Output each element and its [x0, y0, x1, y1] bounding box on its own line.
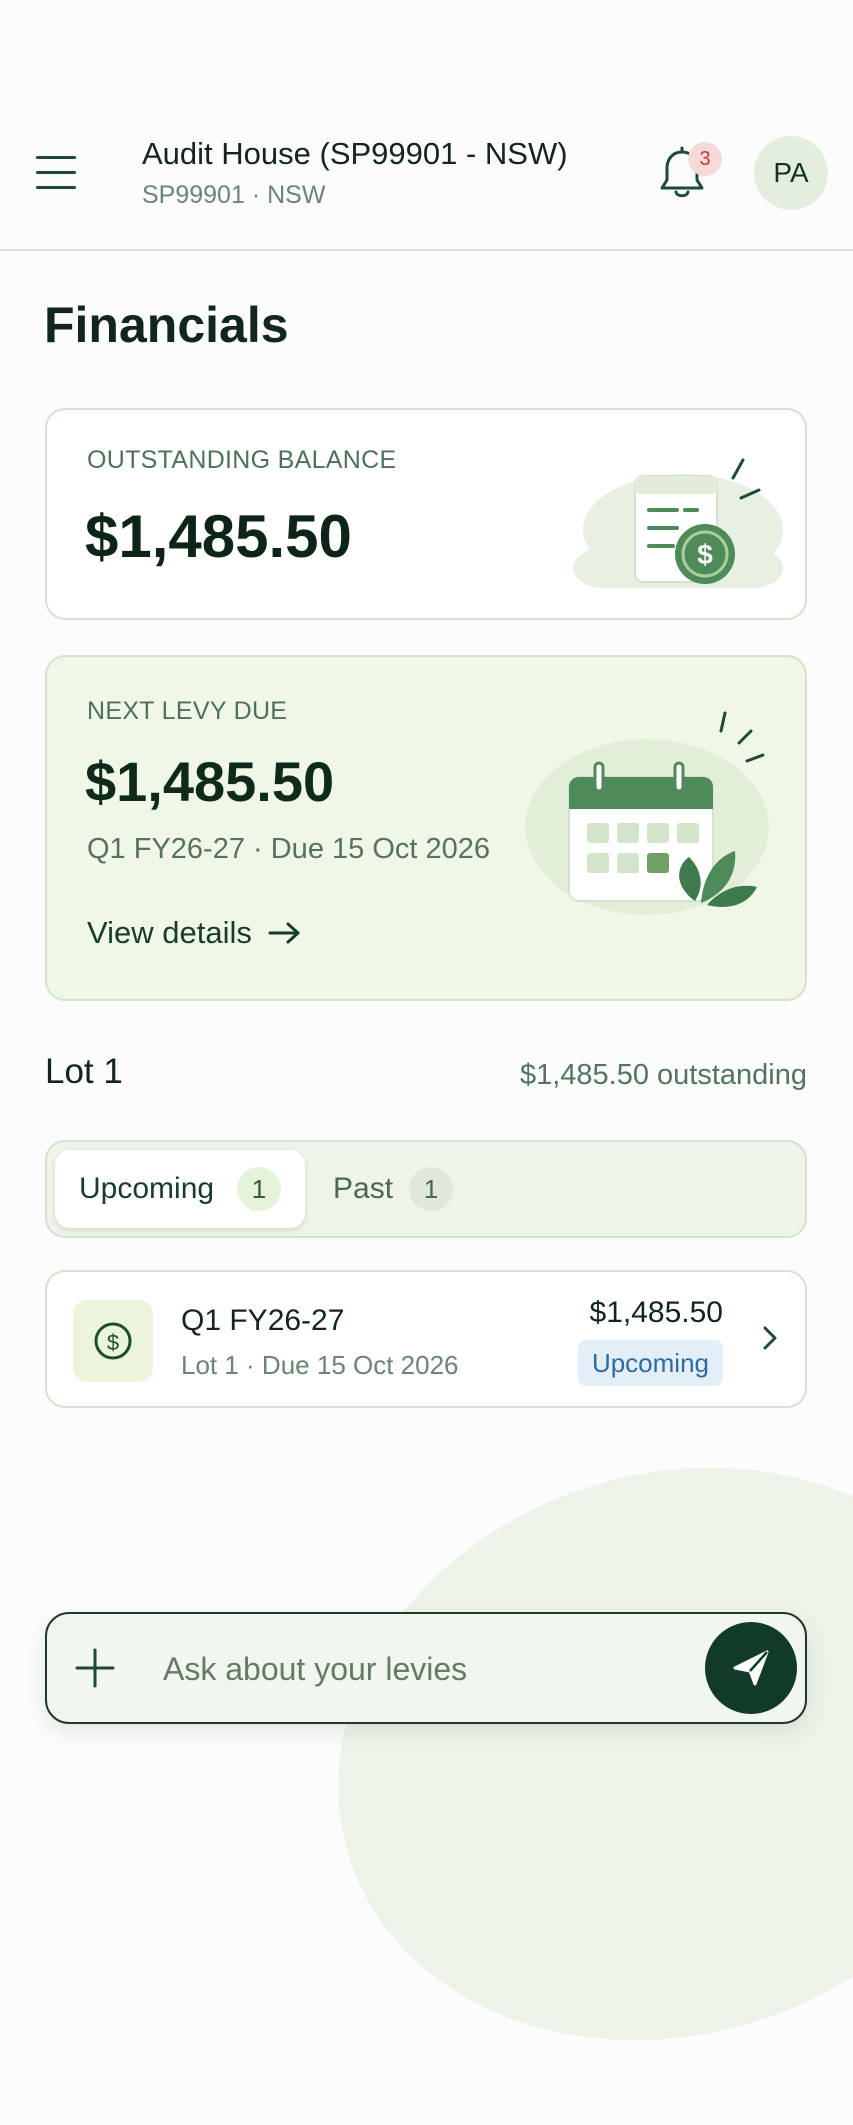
view-details-link[interactable]: View details: [87, 915, 302, 951]
next-levy-subtitle: Q1 FY26-27 · Due 15 Oct 2026: [87, 833, 490, 865]
property-subtitle: SP99901 · NSW: [142, 181, 326, 209]
next-levy-amount: $1,485.50: [85, 750, 335, 813]
user-avatar[interactable]: PA: [754, 136, 828, 210]
svg-text:$: $: [697, 539, 713, 570]
plus-icon[interactable]: [75, 1648, 115, 1688]
invoice-dollar-icon: $: [573, 430, 783, 600]
svg-text:$: $: [107, 1330, 119, 1355]
list-item[interactable]: $ Q1 FY26-27 Lot 1 · Due 15 Oct 2026 $1,…: [45, 1270, 807, 1408]
tab-past-label: Past: [333, 1172, 394, 1205]
page-title: Financials: [44, 297, 289, 353]
arrow-right-icon: [268, 922, 300, 944]
levy-title: Q1 FY26-27: [181, 1304, 345, 1337]
chat-input[interactable]: [161, 1642, 585, 1696]
levy-tabs: Upcoming 1 Past 1: [45, 1140, 807, 1238]
tab-past[interactable]: Past 1: [313, 1150, 463, 1228]
levy-subtitle: Lot 1 · Due 15 Oct 2026: [181, 1350, 459, 1380]
status-badge: Upcoming: [577, 1340, 723, 1386]
outstanding-balance-card: OUTSTANDING BALANCE $1,485.50 $: [45, 408, 807, 620]
tab-upcoming-label: Upcoming: [79, 1172, 215, 1205]
menu-icon[interactable]: [36, 156, 76, 190]
tab-past-count: 1: [409, 1167, 453, 1211]
send-icon: [733, 1650, 769, 1686]
background-decoration: [263, 1382, 853, 2125]
tab-upcoming[interactable]: Upcoming 1: [55, 1150, 305, 1228]
outstanding-balance-amount: $1,485.50: [85, 503, 352, 570]
view-details-label: View details: [87, 915, 252, 950]
outstanding-balance-label: OUTSTANDING BALANCE: [87, 446, 397, 474]
tab-upcoming-count: 1: [237, 1167, 281, 1211]
chat-bar: [45, 1612, 807, 1724]
lot-title: Lot 1: [45, 1052, 123, 1091]
chevron-right-icon: [759, 1320, 783, 1356]
send-button[interactable]: [705, 1622, 797, 1714]
lot-outstanding-amount: $1,485.50 outstanding: [519, 1059, 807, 1091]
levy-amount: $1,485.50: [589, 1296, 723, 1329]
app-header: Audit House (SP99901 - NSW) SP99901 · NS…: [0, 0, 853, 251]
next-levy-card: NEXT LEVY DUE $1,485.50 Q1 FY26-27 · Due…: [45, 655, 807, 1001]
notification-count-badge: 3: [688, 142, 722, 176]
property-title: Audit House (SP99901 - NSW): [142, 136, 568, 171]
dollar-circle-icon: $: [73, 1300, 153, 1382]
next-levy-label: NEXT LEVY DUE: [87, 697, 288, 725]
calendar-plant-icon: [525, 707, 785, 947]
